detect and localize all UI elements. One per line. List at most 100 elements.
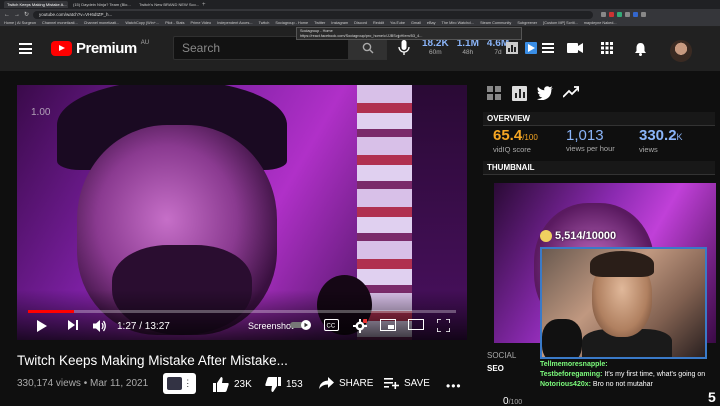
thumbs-down-icon [265, 377, 281, 392]
bookmark-item[interactable]: Reddit [373, 21, 384, 25]
video-player[interactable]: 1.00 [17, 85, 467, 340]
vidiq-icon[interactable] [525, 42, 537, 54]
screenshot-label: Screenshot [248, 321, 294, 331]
forward-icon[interactable]: → [14, 12, 20, 18]
bookmark-item[interactable]: Sociagroup - Home [275, 21, 308, 25]
save-button[interactable]: SAVE [384, 377, 430, 389]
bar-chart-icon[interactable] [506, 42, 518, 54]
extension-icon[interactable] [601, 12, 607, 17]
chat-username: Notorious420x: [540, 381, 591, 388]
captions-icon[interactable]: CC [324, 319, 339, 331]
bookmark-item[interactable]: WatchCopy (Win+... [125, 21, 159, 25]
bookmark-item[interactable]: YouTube [390, 21, 405, 25]
account-avatar[interactable] [670, 40, 692, 62]
bookmark-item[interactable]: Gmail [411, 21, 421, 25]
create-video-icon[interactable] [567, 42, 583, 54]
svg-text:CC: CC [327, 324, 336, 330]
dislike-count: 153 [286, 379, 303, 390]
bookmark-item[interactable]: Home | AI Surgeon [4, 21, 36, 25]
menu-icon[interactable] [19, 43, 32, 54]
bookmark-item[interactable]: Twitch [259, 21, 270, 25]
browser-tab[interactable]: Twitch's New BRAND NEW Sco... [136, 1, 200, 8]
bookmark-item[interactable]: maydeyne Naked... [584, 21, 617, 25]
bookmark-item[interactable]: eBay [427, 21, 436, 25]
video-title: Twitch Keeps Making Mistake After Mistak… [17, 353, 288, 368]
bookmark-item[interactable]: Instagram [331, 21, 348, 25]
next-icon[interactable] [67, 319, 79, 331]
vidiq-chip[interactable]: ⋮ [163, 373, 196, 394]
vidiq-chip-icon [166, 377, 182, 390]
grid-icon[interactable] [487, 86, 502, 101]
like-button[interactable]: 23K [213, 377, 252, 392]
back-icon[interactable]: ← [4, 12, 10, 18]
bookmark-item[interactable]: Steam Community [480, 21, 511, 25]
play-icon[interactable] [36, 319, 48, 333]
extension-icons [601, 12, 647, 17]
reload-icon[interactable]: ↻ [24, 12, 29, 18]
bookmark-item[interactable]: [Custom MP] Scriti... [543, 21, 578, 25]
share-button[interactable]: SHARE [319, 377, 373, 389]
trending-icon[interactable] [563, 86, 579, 98]
volume-icon[interactable] [92, 319, 107, 333]
settings-gear-icon[interactable] [353, 319, 367, 333]
twitter-icon[interactable] [537, 86, 553, 100]
stream-chat: Tellmemoresnapple: Testbeforegaming: It'… [540, 360, 720, 390]
miniplayer-icon[interactable] [380, 319, 396, 331]
more-actions-icon[interactable]: ••• [446, 379, 462, 393]
browser-tab[interactable]: (15) Daydein Ninja? Team (Blo... [70, 1, 134, 8]
url-field[interactable]: youtube.com/watch?v=VH6dtZP_h... [33, 10, 594, 19]
bookmark-item[interactable]: Prime Video [191, 21, 212, 25]
total-views-unit: K [676, 132, 683, 142]
new-tab-icon[interactable]: + [202, 2, 206, 8]
list-icon[interactable] [542, 42, 554, 54]
thumbs-up-icon [213, 377, 229, 392]
subgoal-counter: 5,514/10000 [540, 230, 616, 242]
bookmark-item[interactable]: Channel monetizati... [84, 21, 120, 25]
bookmark-item[interactable]: Independent Acces... [217, 21, 252, 25]
extension-icon[interactable] [641, 12, 647, 17]
video-progress-bar[interactable] [28, 310, 456, 313]
microphone-icon[interactable] [398, 40, 410, 56]
coin-icon [540, 230, 552, 242]
notifications-bell-icon[interactable] [634, 42, 647, 56]
logo-region: AU [140, 39, 150, 46]
extension-icon[interactable] [625, 12, 631, 17]
youtube-logo-icon [51, 41, 72, 56]
extension-icon[interactable] [633, 12, 639, 17]
stat-period: 48h [462, 49, 474, 56]
bookmark-item[interactable]: Twitter [314, 21, 325, 25]
bar-chart-icon[interactable] [512, 86, 527, 101]
views-per-hour-label: views per hour [566, 144, 615, 153]
playback-speed-watermark: 1.00 [31, 107, 51, 118]
fullscreen-icon[interactable] [437, 319, 450, 332]
vidiq-score-label: vidIQ score [493, 145, 531, 154]
theater-mode-icon[interactable] [408, 319, 424, 330]
bookmark-item[interactable]: Subgreener [517, 21, 537, 25]
dislike-button[interactable]: 153 [265, 377, 303, 392]
vidiq-score-denom: /100 [522, 133, 538, 142]
autoplay-toggle-icon[interactable] [290, 319, 312, 331]
youtube-premium-logo[interactable]: Premium AU [51, 40, 149, 57]
browser-tab-bar: Twitch Keeps Making Mistake A... (15) Da… [0, 0, 720, 9]
apps-icon[interactable] [601, 42, 613, 54]
counter-text: 5,514/10000 [555, 230, 617, 242]
overview-header: OVERVIEW [483, 112, 715, 126]
extension-icon[interactable] [617, 12, 623, 17]
search-icon [362, 42, 373, 54]
browser-tab[interactable]: Twitch Keeps Making Mistake A... [4, 1, 68, 8]
share-label: SHARE [339, 377, 374, 389]
bookmark-item[interactable]: Discord [354, 21, 367, 25]
cam-microphone [542, 319, 582, 357]
extension-icon[interactable] [609, 12, 615, 17]
vidiq-score-value: 65.4 [493, 127, 523, 144]
share-icon [319, 377, 334, 389]
total-views-label: views [639, 145, 658, 154]
overview-stats: 65.4/100 vidIQ score 1,013 views per hou… [493, 127, 713, 157]
like-count: 23K [234, 379, 252, 390]
bookmark-item[interactable]: The Miro Watchcl... [442, 21, 475, 25]
bookmark-item[interactable]: Pilot - Stats [165, 21, 184, 25]
save-label: SAVE [404, 377, 430, 389]
total-views-value: 330.2 [639, 127, 677, 144]
chat-message: Tellmemoresnapple: [540, 360, 720, 370]
bookmark-item[interactable]: Channel monetizati... [42, 21, 78, 25]
